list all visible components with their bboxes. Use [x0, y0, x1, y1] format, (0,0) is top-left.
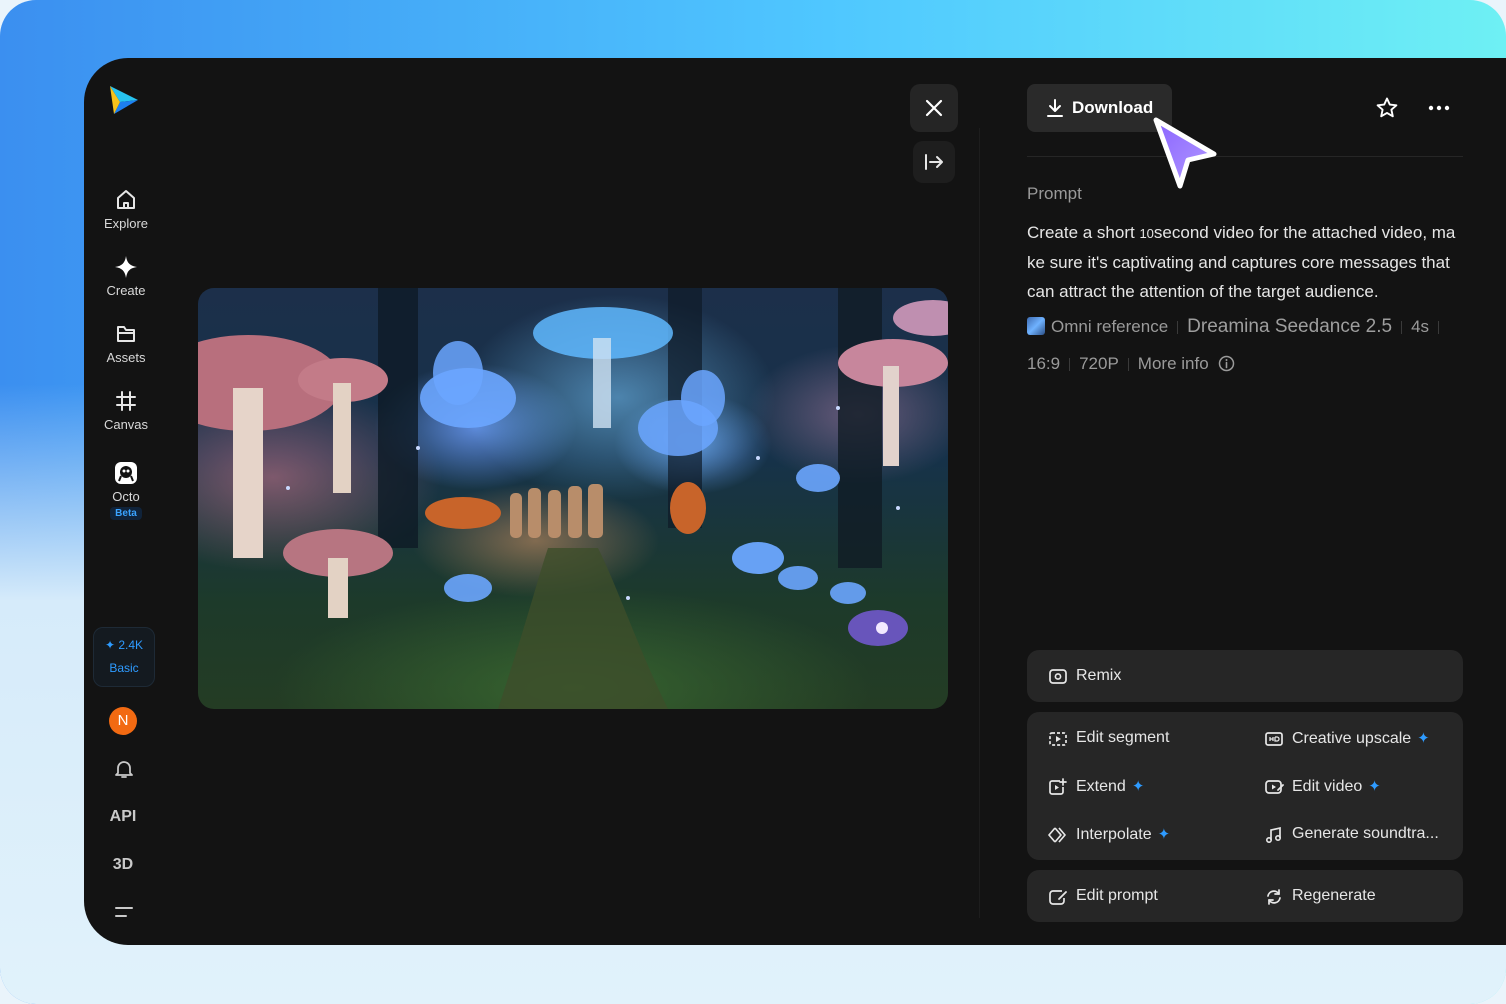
- canvas-icon: [116, 391, 136, 411]
- app-window: Explore Create Assets Canvas Octo Beta ✦…: [84, 58, 1506, 945]
- edit-segment-icon: [1049, 732, 1067, 746]
- arrow-right-bar-icon: [925, 154, 943, 170]
- interpolate-icon: [1048, 827, 1066, 843]
- sidebar-item-assets[interactable]: Assets: [92, 322, 160, 365]
- sidebar-item-label: Explore: [103, 216, 149, 231]
- generate-soundtrack-button[interactable]: Generate soundtra...: [1264, 825, 1454, 845]
- prompt-actions-card: Edit prompt Regenerate: [1027, 870, 1463, 922]
- music-note-icon: [1265, 826, 1282, 844]
- collapse-panel-button[interactable]: [913, 141, 955, 183]
- sidebar-item-create[interactable]: Create: [92, 255, 160, 298]
- extend-label: Extend: [1076, 778, 1126, 795]
- generate-soundtrack-label: Generate soundtra...: [1292, 825, 1439, 842]
- plan-label: Basic: [109, 661, 139, 675]
- separator: [1401, 321, 1403, 335]
- remix-icon: [1049, 669, 1067, 684]
- edit-prompt-label: Edit prompt: [1076, 887, 1158, 904]
- video-preview[interactable]: [198, 288, 948, 709]
- close-icon: [925, 99, 943, 117]
- meta-row-2: 16:9 720P More info: [1027, 354, 1235, 374]
- interpolate-label: Interpolate: [1076, 826, 1152, 843]
- folder-icon: [117, 326, 135, 342]
- edit-segment-button[interactable]: Edit segment: [1048, 729, 1228, 749]
- sparkle-icon: ✦: [1131, 778, 1145, 795]
- edit-prompt-button[interactable]: Edit prompt: [1048, 887, 1198, 907]
- edit-video-icon: [1265, 780, 1284, 794]
- remix-label: Remix: [1076, 667, 1122, 684]
- avatar[interactable]: N: [109, 707, 137, 735]
- prompt-text[interactable]: Create a short 10second video for the at…: [1027, 218, 1463, 306]
- separator: [1438, 321, 1440, 335]
- header-divider: [1027, 156, 1463, 157]
- credits-badge[interactable]: ✦ 2.4K Basic: [93, 627, 155, 687]
- sparkle-icon: ✦: [1368, 778, 1381, 795]
- download-icon: [1047, 99, 1063, 117]
- more-options-icon[interactable]: [1427, 98, 1451, 118]
- sidebar-item-octo[interactable]: Octo Beta: [92, 461, 160, 520]
- duration-value: 4s: [1411, 317, 1430, 336]
- interpolate-button[interactable]: Interpolate ✦: [1048, 825, 1208, 845]
- sparkle-icon: ✦: [1417, 730, 1430, 747]
- star-icon[interactable]: [1375, 96, 1399, 120]
- edit-video-button[interactable]: Edit video ✦: [1264, 777, 1414, 797]
- meta-row-1: Omni reference Dreamina Seedance 2.5 4s: [1027, 316, 1448, 338]
- edit-segment-label: Edit segment: [1076, 729, 1170, 746]
- prompt-text-start: Create a short: [1027, 223, 1140, 242]
- home-icon: [117, 190, 135, 209]
- reference-label[interactable]: Omni reference: [1051, 317, 1168, 336]
- info-icon[interactable]: [1218, 355, 1235, 372]
- bell-icon[interactable]: [113, 758, 135, 780]
- separator: [1127, 358, 1129, 372]
- extend-button[interactable]: Extend ✦: [1048, 777, 1198, 797]
- sidebar-item-label: Canvas: [103, 417, 149, 432]
- api-button[interactable]: API: [103, 808, 143, 826]
- separator: [1069, 358, 1071, 372]
- sidebar-item-explore[interactable]: Explore: [92, 188, 160, 231]
- sidebar-item-label: Create: [106, 283, 146, 298]
- resolution-value: 720P: [1079, 354, 1119, 373]
- separator: [1177, 321, 1179, 335]
- sidebar-item-canvas[interactable]: Canvas: [92, 389, 160, 432]
- regenerate-button[interactable]: Regenerate: [1264, 887, 1414, 907]
- sparkle-icon: ✦: [1157, 826, 1171, 843]
- sidebar-item-label: Assets: [106, 350, 146, 365]
- 3d-button[interactable]: 3D: [103, 856, 143, 874]
- panel-divider: [979, 128, 980, 918]
- more-info-link[interactable]: More info: [1138, 354, 1209, 373]
- ratio-value: 16:9: [1027, 354, 1061, 373]
- download-label: Download: [1072, 98, 1154, 117]
- mouse-cursor-icon: [1153, 117, 1217, 189]
- creative-upscale-button[interactable]: Creative upscale ✦: [1264, 729, 1454, 749]
- octo-icon: [115, 462, 137, 484]
- menu-icon[interactable]: [114, 904, 134, 920]
- regenerate-icon: [1267, 889, 1281, 905]
- beta-badge: Beta: [110, 507, 142, 520]
- forest-scene-image: [198, 288, 948, 709]
- prompt-duration-number: 10: [1139, 226, 1154, 241]
- model-name: Dreamina Seedance 2.5: [1187, 316, 1393, 337]
- credits-amount: 2.4K: [118, 638, 144, 652]
- close-button[interactable]: [910, 84, 958, 132]
- upscale-hd-icon: [1265, 732, 1283, 746]
- prompt-label: Prompt: [1027, 184, 1082, 203]
- sparkle-icon: ✦: [104, 638, 116, 652]
- extend-icon: [1049, 778, 1067, 795]
- sidebar-item-label: Octo: [112, 489, 140, 504]
- edit-prompt-icon: [1049, 890, 1067, 905]
- regenerate-label: Regenerate: [1292, 887, 1376, 904]
- sparkle-icon: [115, 256, 137, 278]
- remix-button[interactable]: Remix: [1048, 667, 1148, 687]
- reference-thumbnail-icon: [1027, 317, 1045, 335]
- remix-card: Remix: [1027, 650, 1463, 702]
- creative-upscale-label: Creative upscale: [1292, 730, 1412, 747]
- app-logo-icon[interactable]: [106, 82, 142, 118]
- tools-card: Edit segment Creative upscale ✦ Extend ✦: [1027, 712, 1463, 860]
- edit-video-label: Edit video: [1292, 778, 1363, 795]
